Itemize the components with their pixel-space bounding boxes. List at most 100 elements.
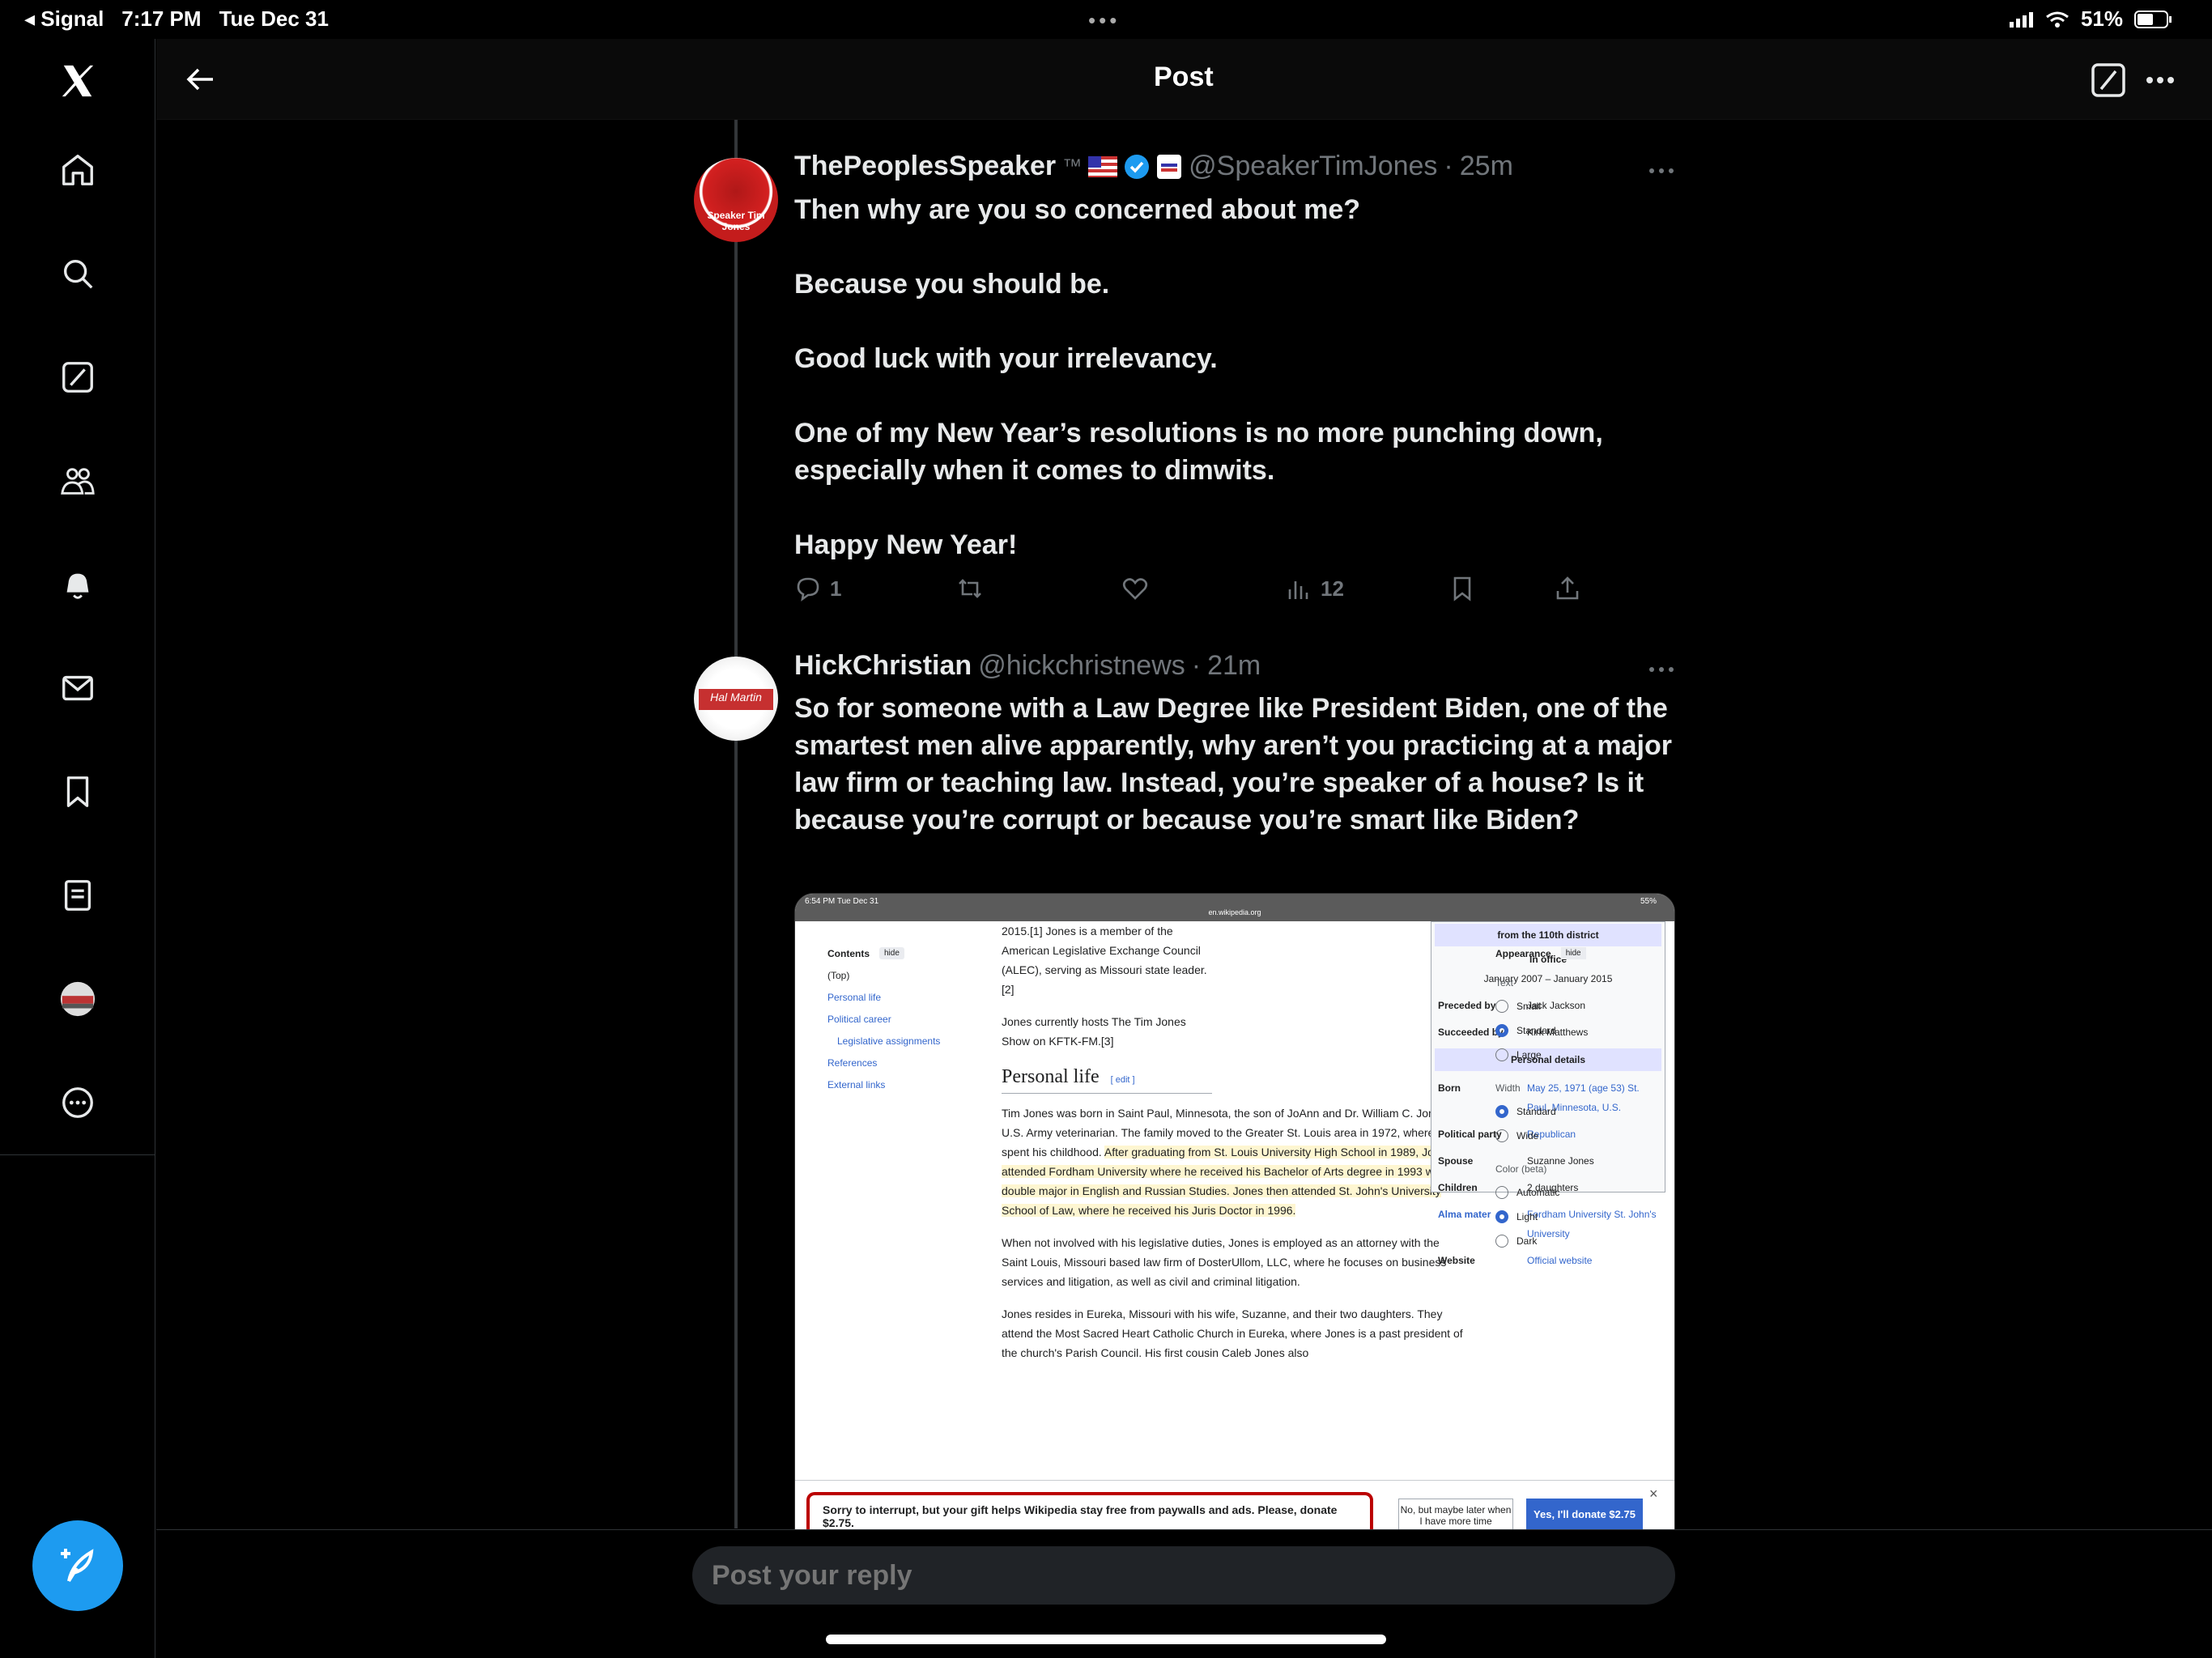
profile-avatar[interactable] bbox=[53, 975, 102, 1023]
tweet-header: ThePeoplesSpeaker ™ @SpeakerTimJones · 2… bbox=[794, 151, 1513, 182]
radio-option: Light bbox=[1495, 1210, 1657, 1223]
avatar-label: Speaker Tim Jones bbox=[707, 210, 765, 232]
share-icon bbox=[1556, 576, 1579, 600]
feather-plus-icon bbox=[61, 1549, 94, 1583]
avatar-label: Hal Martin bbox=[710, 691, 762, 704]
status-right: 51% bbox=[2009, 6, 2172, 32]
back-to-app[interactable]: ◂ Signal bbox=[24, 6, 104, 32]
views-button[interactable]: 12 bbox=[1285, 575, 1344, 602]
toc-item: External links bbox=[827, 1079, 886, 1090]
us-flag-icon bbox=[1088, 155, 1118, 177]
appearance-header: Appearance hide bbox=[1495, 947, 1657, 959]
like-button[interactable] bbox=[1121, 575, 1149, 602]
battery-percent: 51% bbox=[2080, 6, 2123, 31]
notifications-icon[interactable] bbox=[53, 560, 102, 609]
x-logo-icon[interactable] bbox=[53, 57, 102, 105]
toc-item: (Top) bbox=[827, 970, 850, 981]
app-root: ◂ Signal 7:17 PM Tue Dec 31 ••• 51% Post… bbox=[0, 0, 2212, 1658]
heart-icon bbox=[1122, 578, 1148, 600]
tweet-header: HickChristian @hickchristnews · 21m bbox=[794, 650, 1261, 682]
thread-connector bbox=[734, 120, 738, 1528]
toc-item: References bbox=[827, 1057, 878, 1069]
tweet-image[interactable]: 6:54 PM Tue Dec 31 en.wikipedia.org 55% … bbox=[794, 893, 1675, 1531]
user-handle[interactable]: @SpeakerTimJones bbox=[1189, 151, 1437, 182]
radio-option: Small bbox=[1495, 1000, 1657, 1013]
repost-icon bbox=[959, 579, 981, 598]
display-name[interactable]: ThePeoplesSpeaker bbox=[794, 151, 1056, 182]
search-icon[interactable] bbox=[53, 249, 102, 298]
article-paragraph: When not involved with his legislative d… bbox=[1002, 1236, 1447, 1288]
donate-yes-button: Yes, I'll donate $2.75 bbox=[1526, 1499, 1643, 1530]
verified-badge-icon bbox=[1125, 154, 1150, 179]
multitask-dots[interactable]: ••• bbox=[1088, 8, 1120, 33]
repost-button[interactable] bbox=[956, 575, 984, 602]
tweet-more-icon[interactable] bbox=[1645, 657, 1678, 682]
radio-option: Automatic bbox=[1495, 1186, 1657, 1199]
status-left: ◂ Signal 7:17 PM Tue Dec 31 bbox=[24, 6, 329, 32]
timestamp[interactable]: 21m bbox=[1207, 650, 1261, 682]
more-icon[interactable] bbox=[53, 1078, 102, 1127]
close-icon: × bbox=[1649, 1486, 1658, 1502]
donation-message: Sorry to interrupt, but your gift helps … bbox=[806, 1492, 1373, 1530]
messages-icon[interactable] bbox=[53, 664, 102, 712]
back-button[interactable] bbox=[177, 57, 223, 102]
reply-button[interactable]: 1 bbox=[794, 575, 841, 602]
wifi-icon bbox=[2046, 11, 2069, 28]
more-options-icon[interactable] bbox=[2140, 60, 2180, 100]
avatar[interactable]: Hal Martin bbox=[694, 657, 778, 741]
grok-icon[interactable] bbox=[53, 353, 102, 402]
views-count: 12 bbox=[1321, 576, 1344, 601]
article-paragraph: Jones currently hosts The Tim Jones Show… bbox=[1002, 1015, 1186, 1048]
lists-icon[interactable] bbox=[53, 871, 102, 920]
status-bar: ◂ Signal 7:17 PM Tue Dec 31 ••• 51% bbox=[0, 0, 2212, 39]
edit-link: [ edit ] bbox=[1110, 1075, 1135, 1085]
bookmark-button[interactable] bbox=[1448, 575, 1476, 602]
donate-later-button: No, but maybe later when I have more tim… bbox=[1398, 1499, 1513, 1530]
home-icon[interactable] bbox=[53, 146, 102, 194]
user-handle[interactable]: @hickchristnews bbox=[978, 650, 1185, 682]
bookmark-icon bbox=[1453, 576, 1471, 602]
toc-title: Contents bbox=[827, 947, 870, 959]
section-title: Personal life bbox=[1002, 1066, 1100, 1087]
embedded-status-bar: 6:54 PM Tue Dec 31 en.wikipedia.org 55% bbox=[795, 894, 1674, 921]
status-date: Tue Dec 31 bbox=[219, 6, 329, 31]
home-indicator[interactable] bbox=[826, 1635, 1386, 1644]
grok-icon[interactable] bbox=[2088, 60, 2129, 100]
separator-dot: · bbox=[1444, 151, 1453, 181]
tweet-text: Then why are you so concerned about me? … bbox=[794, 191, 1677, 563]
tweet-line: Happy New Year! bbox=[794, 529, 1018, 560]
timestamp[interactable]: 25m bbox=[1460, 151, 1513, 182]
avatar[interactable]: Speaker Tim Jones bbox=[694, 158, 778, 242]
compose-post-button[interactable] bbox=[32, 1520, 123, 1611]
reply-input[interactable] bbox=[692, 1546, 1675, 1605]
donation-banner: Sorry to interrupt, but your gift helps … bbox=[795, 1480, 1674, 1530]
battery-icon bbox=[2134, 10, 2172, 28]
article-paragraph: 2015.[1] Jones is a member of the Americ… bbox=[1002, 925, 1207, 996]
embedded-battery: 55% bbox=[1640, 897, 1657, 906]
bookmarks-icon[interactable] bbox=[53, 767, 102, 816]
share-button[interactable] bbox=[1554, 575, 1581, 602]
tweet-line: Good luck with your irrelevancy. bbox=[794, 343, 1218, 374]
toc-hide: hide bbox=[879, 947, 904, 959]
tweet-more-icon[interactable] bbox=[1645, 159, 1678, 183]
color-label: Color (beta) bbox=[1495, 1163, 1547, 1175]
table-of-contents: Contents hide (Top) Personal life Politi… bbox=[827, 947, 989, 1090]
reply-count: 1 bbox=[830, 576, 842, 601]
article-paragraph: Jones resides in Eureka, Missouri with h… bbox=[1002, 1307, 1463, 1359]
radio-option: Wide bbox=[1495, 1129, 1657, 1142]
communities-icon[interactable] bbox=[53, 457, 102, 505]
appearance-title: Appearance bbox=[1495, 947, 1551, 959]
signal-icon bbox=[2009, 11, 2033, 28]
tweet-line: Because you should be. bbox=[794, 269, 1110, 300]
sidebar-divider bbox=[0, 1154, 155, 1155]
text-size-label: Text bbox=[1495, 977, 1514, 988]
views-chart-icon bbox=[1288, 581, 1308, 599]
sidebar-nav bbox=[0, 39, 155, 1658]
infobox-district: from the 110th district bbox=[1435, 924, 1661, 946]
display-name[interactable]: HickChristian bbox=[794, 650, 972, 682]
article-body: 2015.[1] Jones is a member of the Americ… bbox=[1002, 921, 1665, 1375]
appearance-panel: Appearance hide Text Small Standard Larg… bbox=[1495, 947, 1657, 1248]
post-header: Post bbox=[156, 39, 2212, 120]
section-heading: Personal life [ edit ] bbox=[1002, 1067, 1212, 1094]
toc-item: Personal life bbox=[827, 992, 882, 1003]
